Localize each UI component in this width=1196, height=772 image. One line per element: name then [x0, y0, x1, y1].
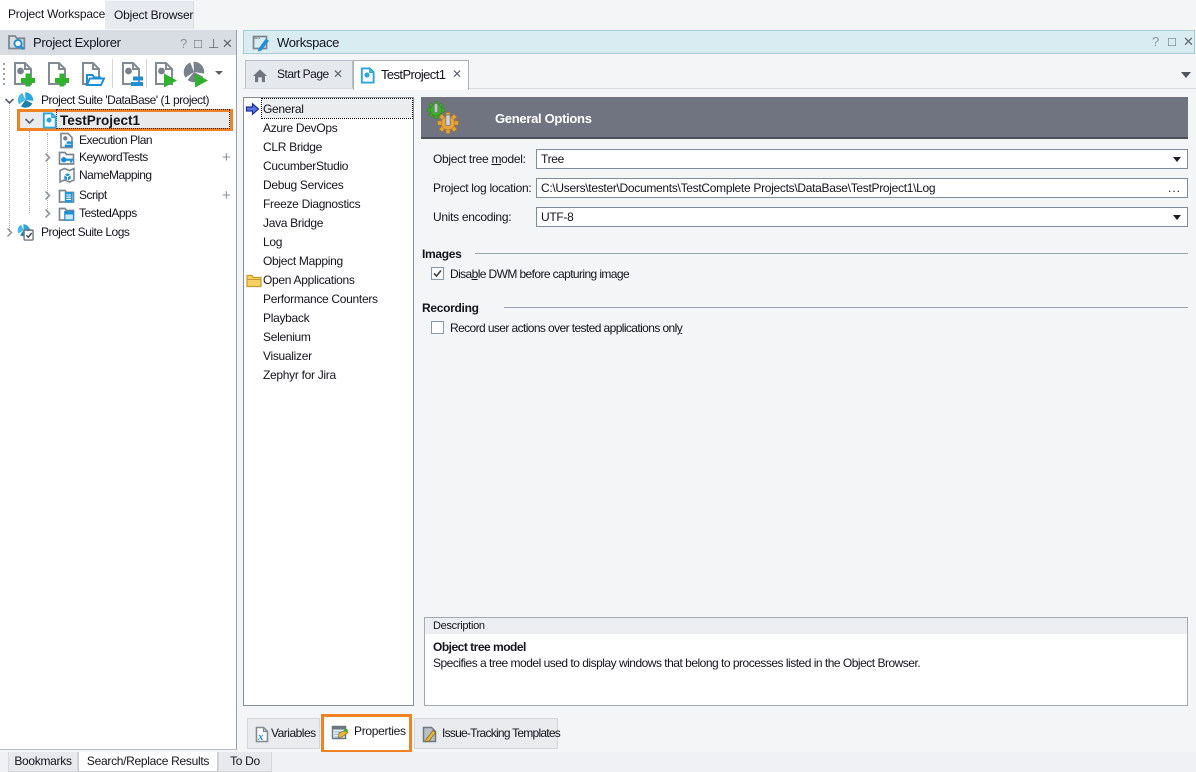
- svg-text:x: x: [257, 731, 264, 743]
